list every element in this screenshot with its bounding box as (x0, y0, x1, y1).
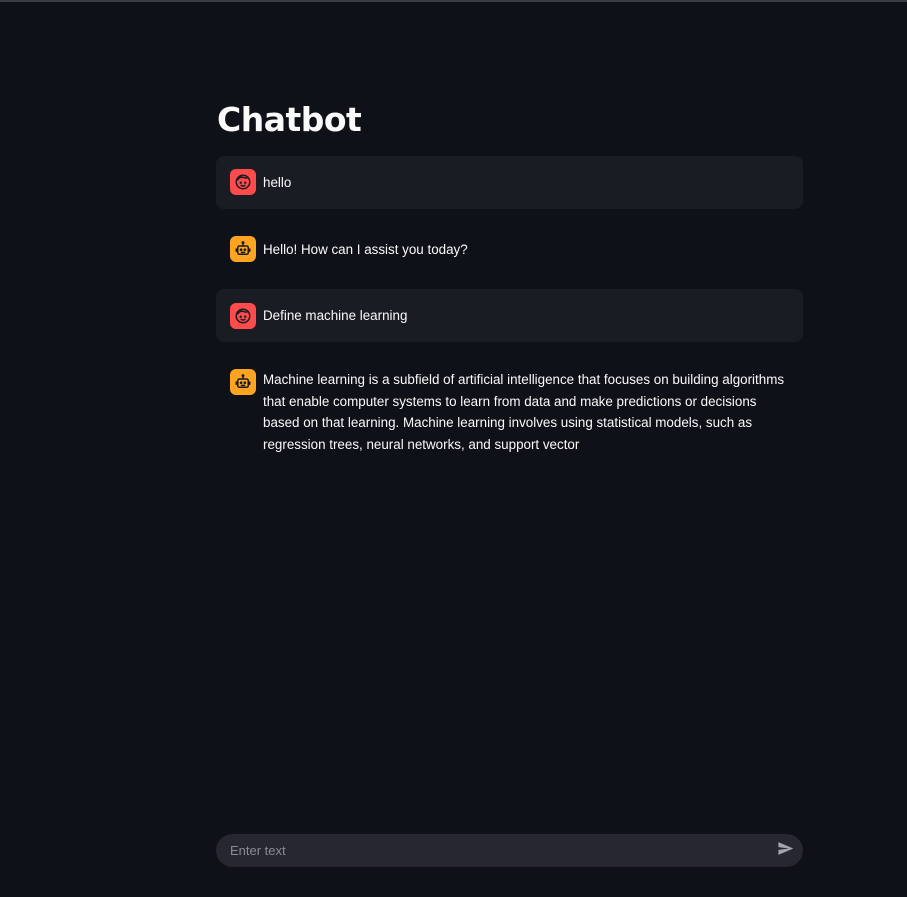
top-decoration-bar (0, 0, 907, 2)
robot-icon (230, 369, 256, 395)
chat-message-user: Define machine learning (216, 289, 803, 342)
chat-message-assistant: Hello! How can I assist you today? (216, 222, 803, 275)
message-text: Machine learning is a subfield of artifi… (263, 372, 785, 452)
user-face-icon (230, 303, 256, 329)
message-text: Define machine learning (263, 308, 408, 323)
chat-message-user: hello (216, 156, 803, 209)
page-title: Chatbot (217, 100, 362, 139)
message-text: Hello! How can I assist you today? (263, 242, 468, 257)
user-face-icon (230, 169, 256, 195)
chat-input-container (216, 834, 803, 867)
robot-icon (230, 236, 256, 262)
chat-input[interactable] (230, 834, 760, 867)
send-icon (777, 840, 794, 862)
send-button[interactable] (774, 840, 796, 862)
chat-message-assistant: Machine learning is a subfield of artifi… (216, 355, 803, 465)
message-text: hello (263, 175, 292, 190)
